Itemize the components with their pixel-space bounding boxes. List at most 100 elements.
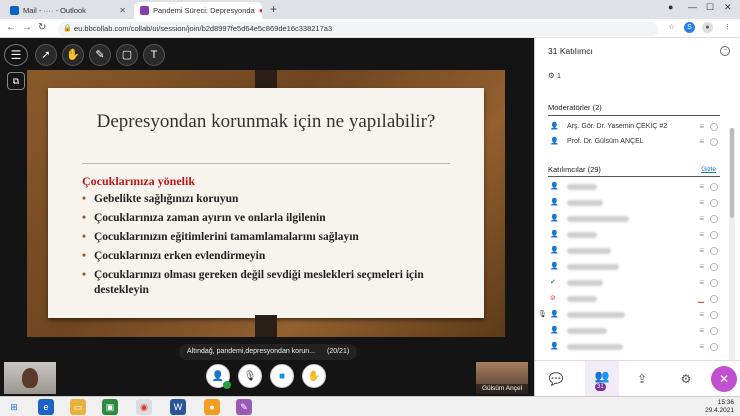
more-icon[interactable] <box>710 138 718 146</box>
options-icon[interactable]: ≡ <box>699 308 704 322</box>
collapse-panel-button[interactable]: ✕ <box>711 366 737 392</box>
participant-row[interactable]: 🎙 👤 ≡ <box>538 308 720 322</box>
participant-row[interactable]: ⊘ ▁ <box>548 292 720 306</box>
more-icon[interactable] <box>710 295 718 303</box>
tab-session[interactable]: Pandemi Süreci: Depresyonda ● ✕ <box>134 2 262 19</box>
participant-row[interactable]: 👤 ≡ <box>548 228 720 242</box>
star-icon[interactable]: ☆ <box>666 22 677 33</box>
participant-row[interactable]: 👤 ≡ <box>548 212 720 226</box>
participant-row[interactable]: 👤 ≡ <box>548 340 720 354</box>
options-icon[interactable]: ≡ <box>699 180 704 194</box>
window-close-icon[interactable]: ✕ <box>724 2 732 13</box>
profile-icon[interactable]: ● <box>702 22 713 33</box>
options-icon[interactable]: ≡ <box>699 135 704 149</box>
microphone-button[interactable]: 🎙 <box>238 364 262 388</box>
chat-button[interactable]: 💬 <box>547 370 565 388</box>
share-content-button[interactable]: ⧉ <box>7 72 25 90</box>
options-icon[interactable]: ≡ <box>699 212 704 226</box>
taskbar: ⊞ e ▭ ▣ ◉ W ● ✎ 15:36 29.4.2021 <box>0 396 740 416</box>
participants-scrollbar[interactable] <box>729 128 735 360</box>
extension-icon[interactable]: S <box>684 22 695 33</box>
store-icon[interactable]: ▣ <box>102 399 118 415</box>
shape-tool-button[interactable]: ▢ <box>116 44 138 66</box>
lock-icon: 🔒 <box>63 25 72 32</box>
scroll-thumb[interactable] <box>730 128 734 218</box>
text-tool-button[interactable]: T <box>143 44 165 66</box>
options-icon[interactable]: ▁ <box>698 292 704 306</box>
options-icon[interactable]: ≡ <box>699 340 704 354</box>
reload-icon[interactable]: ↻ <box>38 22 46 33</box>
participants-heading: Katılımcılar (29) <box>548 165 601 174</box>
participant-row[interactable]: ✔ ≡ <box>548 276 720 290</box>
options-icon[interactable]: ≡ <box>699 260 704 274</box>
pan-tool-button[interactable]: ✋ <box>62 44 84 66</box>
pointer-tool-button[interactable]: ➚ <box>35 44 57 66</box>
share-button[interactable]: ⇪ <box>633 370 651 388</box>
start-icon[interactable]: ⊞ <box>6 399 22 415</box>
close-icon[interactable]: ✕ <box>115 6 126 15</box>
system-clock[interactable]: 15:36 29.4.2021 <box>705 399 734 415</box>
session-menu-button[interactable]: ☰ <box>4 44 28 66</box>
tab-outlook[interactable]: Mail - ···· - Outlook ✕ <box>4 2 132 19</box>
options-icon[interactable]: ≡ <box>699 228 704 242</box>
hand-raise-counter[interactable]: ⚙ 1 <box>548 71 561 80</box>
maximize-icon[interactable]: ☐ <box>706 2 714 13</box>
more-icon[interactable] <box>710 215 718 223</box>
person-icon: 👤 <box>550 247 559 254</box>
hide-link[interactable]: Gizle <box>701 166 716 173</box>
chrome-icon[interactable]: ◉ <box>136 399 152 415</box>
panel-footer: 💬 👥 31 ⇪ ⚙ ✕ <box>535 360 740 397</box>
person-icon: 👤 <box>550 199 559 206</box>
more-icon[interactable] <box>710 263 718 271</box>
menu-dots-icon[interactable]: ⋮ <box>722 22 733 33</box>
more-icon[interactable] <box>710 199 718 207</box>
more-icon[interactable] <box>710 343 718 351</box>
folder-icon[interactable]: ▭ <box>70 399 86 415</box>
word-icon[interactable]: W <box>170 399 186 415</box>
more-icon[interactable] <box>710 279 718 287</box>
slide-paper: Depresyondan korunmak için ne yapılabili… <box>48 88 484 318</box>
options-icon[interactable]: ≡ <box>699 244 704 258</box>
new-tab-button[interactable]: + <box>270 2 277 16</box>
participant-row[interactable]: 👤 ≡ <box>548 324 720 338</box>
more-icon[interactable] <box>710 327 718 335</box>
moderator-row[interactable]: 👤 Prof. Dr. Gülsüm ANÇEL ≡ <box>548 135 720 149</box>
self-video[interactable] <box>4 362 56 394</box>
settings-button[interactable]: ⚙ <box>677 370 695 388</box>
person-icon: 👤 <box>550 215 559 222</box>
participants-button[interactable]: 👥 31 <box>585 361 619 397</box>
more-icon[interactable] <box>710 231 718 239</box>
camera-button[interactable]: ■ <box>270 364 294 388</box>
more-icon[interactable] <box>710 123 718 131</box>
more-icon[interactable] <box>710 183 718 191</box>
participant-row[interactable]: 👤 ≡ <box>548 196 720 210</box>
edge-icon[interactable]: e <box>38 399 54 415</box>
person-icon: 👤 <box>550 311 559 318</box>
options-icon[interactable]: ≡ <box>699 276 704 290</box>
bullet-item: Çocuklarınıza zaman ayırın ve onlarla il… <box>82 211 472 226</box>
options-icon[interactable]: ≡ <box>699 120 704 134</box>
options-icon[interactable]: ≡ <box>699 196 704 210</box>
raise-hand-button[interactable]: ✋ <box>302 364 326 388</box>
avatar <box>22 368 38 388</box>
moderator-row[interactable]: 👤 Arş. Gör. Dr. Yasemin ÇEKİÇ #2 ≡ <box>548 120 720 134</box>
media-icon[interactable]: ● <box>668 2 673 12</box>
panel-close-button[interactable]: − <box>720 46 730 56</box>
app-icon[interactable]: ● <box>204 399 220 415</box>
url-field[interactable]: 🔒 eu.bbcollab.com/collab/ui/session/join… <box>58 22 658 36</box>
participant-row[interactable]: 👤 ≡ <box>548 180 720 194</box>
options-icon[interactable]: ≡ <box>699 324 704 338</box>
forward-icon[interactable]: → <box>22 22 32 33</box>
back-icon[interactable]: ← <box>6 22 16 33</box>
clock-date: 29.4.2021 <box>705 407 734 414</box>
file-tooltip: Altındağ, pandemi,depresyondan korun... … <box>179 344 358 360</box>
paint-icon[interactable]: ✎ <box>236 399 252 415</box>
more-icon[interactable] <box>710 247 718 255</box>
bottom-clip <box>255 315 277 337</box>
status-button[interactable]: 👤 <box>206 364 231 389</box>
minimize-icon[interactable]: — <box>688 2 697 12</box>
participant-row[interactable]: 👤 ≡ <box>548 244 720 258</box>
more-icon[interactable] <box>710 311 718 319</box>
pen-tool-button[interactable]: ✎ <box>89 44 111 66</box>
participant-row[interactable]: 👤 ≡ <box>548 260 720 274</box>
